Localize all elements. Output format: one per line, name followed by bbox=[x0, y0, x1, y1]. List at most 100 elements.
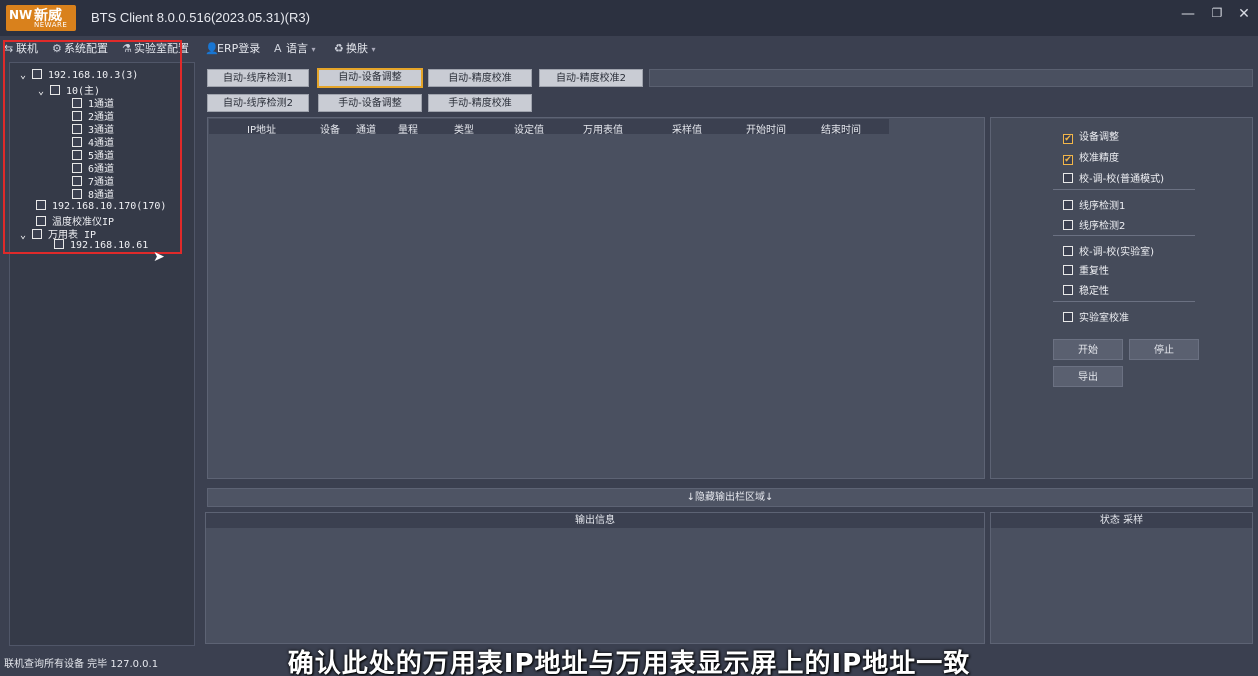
tab-manual-device-adjust[interactable]: 手动-设备调整 bbox=[318, 94, 422, 112]
tree-unit[interactable]: ⌄ 10(主) bbox=[38, 82, 100, 97]
tree-multimeter-address[interactable]: 192.168.10.61 bbox=[54, 239, 148, 252]
expand-icon[interactable]: ⌄ bbox=[20, 70, 32, 81]
column-header[interactable]: 万用表值 bbox=[583, 121, 623, 136]
tree-channel[interactable]: 2通道 bbox=[72, 108, 114, 123]
checkbox[interactable]: ✔ bbox=[1063, 155, 1073, 165]
option-cal-adjust-cal-normal[interactable]: 校-调-校(普通模式) bbox=[1063, 170, 1164, 185]
column-header[interactable]: 通道 bbox=[356, 121, 376, 136]
tab-auto-device-adjust[interactable]: 自动-设备调整 bbox=[317, 68, 423, 88]
tab-manual-precision-calibration[interactable]: 手动-精度校准 bbox=[428, 94, 532, 112]
column-header[interactable]: 设备 bbox=[320, 121, 340, 136]
checkbox[interactable] bbox=[72, 163, 82, 173]
column-header[interactable]: 结束时间 bbox=[821, 121, 861, 136]
tab-auto-wiring-check-2[interactable]: 自动-线序检测2 bbox=[207, 94, 309, 112]
checkbox[interactable] bbox=[72, 189, 82, 199]
tree-temp-calibrator[interactable]: 温度校准仪IP bbox=[36, 213, 114, 228]
checkbox[interactable]: ✔ bbox=[1063, 134, 1073, 144]
tab-auto-precision-calibration-2[interactable]: 自动-精度校准2 bbox=[539, 69, 643, 87]
logo-en-text: NEWARE bbox=[34, 21, 68, 29]
minimize-button[interactable]: — bbox=[1176, 6, 1200, 28]
column-header[interactable]: 采样值 bbox=[672, 121, 702, 136]
menu-skin[interactable]: ♻ 换肤 ▾ bbox=[334, 40, 376, 56]
tree-channel[interactable]: 1通道 bbox=[72, 95, 114, 110]
checkbox[interactable] bbox=[72, 150, 82, 160]
option-calibrate-precision[interactable]: ✔ 校准精度 bbox=[1063, 149, 1119, 165]
option-label: 重复性 bbox=[1079, 266, 1109, 277]
option-lab-calibration[interactable]: 实验室校准 bbox=[1063, 309, 1129, 324]
column-header[interactable]: IP地址 bbox=[247, 121, 276, 136]
divider bbox=[1053, 189, 1195, 190]
menu-erp-login[interactable]: 👤ERP登录 bbox=[205, 40, 260, 56]
status-sample-panel[interactable]: 状态 采样 bbox=[990, 512, 1253, 644]
menu-label: 系统配置 bbox=[64, 42, 108, 55]
checkbox[interactable] bbox=[72, 98, 82, 108]
column-header[interactable]: 量程 bbox=[398, 121, 418, 136]
menu-label: 换肤 bbox=[346, 42, 368, 55]
checkbox[interactable] bbox=[72, 111, 82, 121]
option-cal-adjust-cal-lab[interactable]: 校-调-校(实验室) bbox=[1063, 243, 1154, 258]
results-grid[interactable]: IP地址 设备 通道 量程 类型 设定值 万用表值 采样值 开始时间 结束时间 bbox=[207, 117, 985, 479]
dropdown-icon: ▾ bbox=[371, 45, 376, 54]
tree-device-1[interactable]: ⌄ 192.168.10.3(3) bbox=[20, 69, 138, 82]
option-label: 校准精度 bbox=[1079, 153, 1119, 164]
tab-auto-wiring-check-1[interactable]: 自动-线序检测1 bbox=[207, 69, 309, 87]
tree-channel[interactable]: 8通道 bbox=[72, 186, 114, 201]
menu-connect[interactable]: ⇆ 联机 bbox=[4, 40, 38, 56]
column-header[interactable]: 类型 bbox=[454, 121, 474, 136]
option-repeatability[interactable]: 重复性 bbox=[1063, 262, 1109, 277]
app-title: BTS Client 8.0.0.516(2023.05.31)(R3) bbox=[91, 10, 310, 25]
tab-auto-precision-calibration[interactable]: 自动-精度校准 bbox=[428, 69, 532, 87]
option-label: 设备调整 bbox=[1079, 132, 1119, 143]
column-header[interactable]: 开始时间 bbox=[746, 121, 786, 136]
option-stability[interactable]: 稳定性 bbox=[1063, 282, 1109, 297]
close-button[interactable]: ✕ bbox=[1232, 6, 1256, 28]
checkbox[interactable] bbox=[1063, 200, 1073, 210]
tree-channel[interactable]: 3通道 bbox=[72, 121, 114, 136]
output-info-panel[interactable]: 输出信息 bbox=[205, 512, 985, 644]
start-button[interactable]: 开始 bbox=[1053, 339, 1123, 360]
checkbox[interactable] bbox=[1063, 173, 1073, 183]
checkbox[interactable] bbox=[36, 216, 46, 226]
export-button[interactable]: 导出 bbox=[1053, 366, 1123, 387]
checkbox[interactable] bbox=[72, 124, 82, 134]
tree-channel[interactable]: 5通道 bbox=[72, 147, 114, 162]
checkbox[interactable] bbox=[32, 229, 42, 239]
checkbox[interactable] bbox=[1063, 220, 1073, 230]
menu-language[interactable]: A 语言 ▾ bbox=[274, 40, 316, 56]
option-wiring-check-2[interactable]: 线序检测2 bbox=[1063, 217, 1125, 232]
hide-output-button[interactable]: ↓隐藏输出栏区域↓ bbox=[207, 488, 1253, 507]
tree-channel[interactable]: 4通道 bbox=[72, 134, 114, 149]
device-tree: ⌄ 192.168.10.3(3) ⌄ 10(主) 1通道 2通道 3通道 4通道 … bbox=[9, 62, 195, 646]
checkbox[interactable] bbox=[72, 176, 82, 186]
checkbox[interactable] bbox=[54, 239, 64, 249]
checkbox[interactable] bbox=[72, 137, 82, 147]
checkbox[interactable] bbox=[36, 200, 46, 210]
menu-lab-config[interactable]: ⚗ 实验室配置 bbox=[122, 40, 189, 56]
mouse-cursor-icon: ➤ bbox=[153, 249, 165, 265]
stop-button[interactable]: 停止 bbox=[1129, 339, 1199, 360]
checkbox[interactable] bbox=[32, 69, 42, 79]
menu-label: ERP登录 bbox=[217, 42, 261, 55]
tree-channel[interactable]: 7通道 bbox=[72, 173, 114, 188]
tree-channel[interactable]: 6通道 bbox=[72, 160, 114, 175]
option-label: 实验室校准 bbox=[1079, 313, 1129, 324]
checkbox[interactable] bbox=[1063, 285, 1073, 295]
restore-button[interactable]: ❐ bbox=[1205, 6, 1229, 28]
checkbox[interactable] bbox=[1063, 246, 1073, 256]
output-info-header: 输出信息 bbox=[206, 513, 984, 528]
checkbox[interactable] bbox=[1063, 312, 1073, 322]
checkbox[interactable] bbox=[1063, 265, 1073, 275]
checkbox[interactable] bbox=[50, 85, 60, 95]
menu-label: 实验室配置 bbox=[134, 42, 189, 55]
option-device-adjust[interactable]: ✔ 设备调整 bbox=[1063, 128, 1119, 144]
grid-header: IP地址 设备 通道 量程 类型 设定值 万用表值 采样值 开始时间 结束时间 bbox=[209, 119, 889, 136]
menu-system-config[interactable]: ⚙ 系统配置 bbox=[52, 40, 108, 56]
column-header[interactable]: 设定值 bbox=[514, 121, 544, 136]
expand-icon[interactable]: ⌄ bbox=[20, 230, 32, 241]
option-wiring-check-1[interactable]: 线序检测1 bbox=[1063, 197, 1125, 212]
expand-icon[interactable]: ⌄ bbox=[38, 86, 50, 97]
tree-multimeter[interactable]: ⌄ 万用表 IP bbox=[20, 226, 96, 241]
tree-label: 192.168.10.170(170) bbox=[52, 201, 167, 212]
option-label: 线序检测1 bbox=[1079, 201, 1126, 212]
tree-device-2[interactable]: 192.168.10.170(170) bbox=[36, 200, 166, 213]
